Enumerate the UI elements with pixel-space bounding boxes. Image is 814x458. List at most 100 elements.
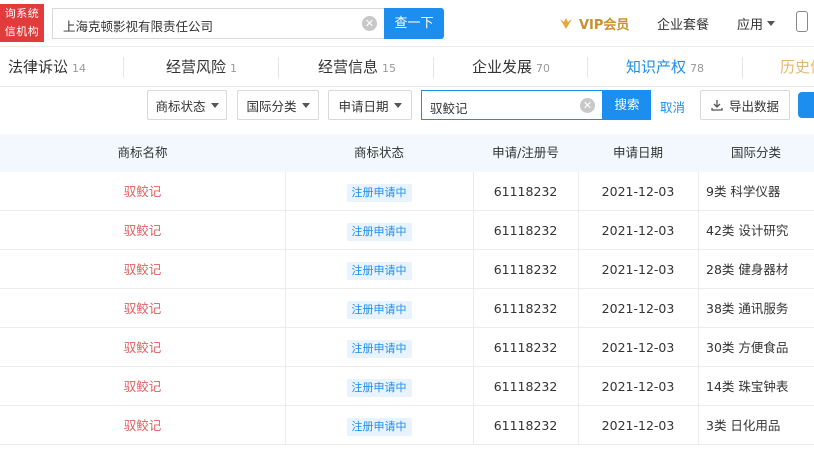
cell-trademark-name[interactable]: 驭鲛记 — [0, 211, 285, 250]
chevron-down-icon — [301, 102, 310, 108]
cell-registration-number: 61118232 — [493, 262, 558, 277]
tab-divider — [433, 57, 434, 78]
logo-line-1: 询系统 — [4, 7, 40, 20]
status-badge: 注册申请中 — [346, 339, 412, 358]
tab-business-risk-label: 经营风险 — [166, 58, 227, 76]
table-row[interactable]: 驭鲛记 注册申请中 61118232 2021-12-03 30类 方便食品 — [0, 328, 814, 367]
vip-membership-link[interactable]: VIP会员 — [558, 13, 629, 33]
tab-development[interactable]: 企业发展 70 — [472, 48, 550, 87]
status-badge: 注册申请中 — [346, 378, 412, 397]
download-icon — [711, 100, 723, 111]
nav-apps-label: 应用 — [737, 18, 764, 33]
cell-application-date: 2021-12-03 — [601, 340, 675, 355]
cell-international-class: 3类 日化用品 — [706, 418, 781, 433]
vip-label: VIP会员 — [579, 17, 630, 33]
chevron-down-icon — [393, 102, 402, 108]
application-date-filter-label: 申请日期 — [338, 98, 389, 114]
status-badge: 注册申请中 — [346, 222, 412, 241]
tab-business-info-label: 经营信息 — [318, 58, 379, 76]
mobile-phone-icon[interactable] — [796, 11, 808, 32]
cancel-search-link[interactable]: 取消 — [660, 97, 685, 116]
cell-trademark-name[interactable]: 驭鲛记 — [0, 172, 285, 211]
tab-divider — [278, 57, 279, 78]
header-registration-number: 申请/注册号 — [492, 145, 559, 160]
cell-trademark-status: 注册申请中 — [285, 172, 473, 211]
tab-business-risk-count: 1 — [230, 62, 238, 75]
application-date-filter[interactable]: 申请日期 — [328, 90, 412, 120]
table-row[interactable]: 驭鲛记 注册申请中 61118232 2021-12-03 38类 通讯服务 — [0, 289, 814, 328]
more-tools-icon[interactable] — [798, 92, 814, 118]
header-application-date: 申请日期 — [612, 145, 663, 160]
cell-international-class: 42类 设计研究 — [706, 223, 789, 238]
header-trademark-status: 商标状态 — [353, 145, 404, 160]
tab-development-label: 企业发展 — [472, 58, 533, 76]
nav-apps-dropdown[interactable]: 应用 — [737, 14, 776, 33]
cell-trademark-name[interactable]: 驭鲛记 — [0, 289, 285, 328]
cell-trademark-name[interactable]: 驭鲛记 — [0, 250, 285, 289]
company-search-button[interactable]: 查一下 — [384, 8, 444, 39]
chevron-down-icon — [210, 102, 219, 108]
cell-application-date: 2021-12-03 — [601, 379, 675, 394]
tab-business-risk[interactable]: 经营风险 1 — [166, 48, 237, 87]
cell-trademark-status: 注册申请中 — [285, 250, 473, 289]
nav-enterprise-package[interactable]: 企业套餐 — [657, 14, 709, 33]
header-trademark-name: 商标名称 — [117, 145, 168, 160]
trademark-status-filter[interactable]: 商标状态 — [147, 90, 227, 120]
company-search-value: 上海克顿影视有限责任公司 — [63, 19, 214, 34]
table-header: 商标名称 商标状态 申请/注册号 申请日期 国际分类 — [0, 134, 814, 172]
table-row[interactable]: 驭鲛记 注册申请中 61118232 2021-12-03 42类 设计研究 — [0, 211, 814, 250]
trademark-search-button[interactable]: 搜索 — [603, 90, 651, 120]
cell-trademark-status: 注册申请中 — [285, 367, 473, 406]
status-badge: 注册申请中 — [346, 183, 412, 202]
export-data-label: 导出数据 — [728, 98, 779, 114]
cell-registration-number: 61118232 — [493, 301, 558, 316]
cell-trademark-status: 注册申请中 — [285, 211, 473, 250]
trademark-status-filter-label: 商标状态 — [155, 98, 206, 114]
table-row[interactable]: 驭鲛记 注册申请中 61118232 2021-12-03 3类 日化用品 — [0, 406, 814, 445]
table-row[interactable]: 驭鲛记 注册申请中 61118232 2021-12-03 14类 珠宝钟表 — [0, 367, 814, 406]
cell-international-class: 38类 通讯服务 — [706, 301, 789, 316]
international-class-filter-label: 国际分类 — [246, 98, 297, 114]
cell-trademark-name[interactable]: 驭鲛记 — [0, 328, 285, 367]
cell-trademark-status: 注册申请中 — [285, 328, 473, 367]
chevron-down-icon — [767, 21, 776, 26]
brand-logo[interactable]: 询系统 信机构 — [0, 4, 44, 42]
tab-legal[interactable]: 法律诉讼 14 — [8, 48, 86, 87]
cell-application-date: 2021-12-03 — [601, 262, 675, 277]
cell-application-date: 2021-12-03 — [601, 418, 675, 433]
vip-crown-icon — [560, 18, 572, 29]
clear-search-icon[interactable]: ✕ — [362, 16, 377, 31]
cell-application-date: 2021-12-03 — [601, 301, 675, 316]
cell-trademark-status: 注册申请中 — [285, 289, 473, 328]
tab-business-info-count: 15 — [382, 62, 397, 75]
international-class-filter[interactable]: 国际分类 — [237, 90, 319, 120]
status-badge: 注册申请中 — [346, 300, 412, 319]
tab-business-info[interactable]: 经营信息 15 — [318, 48, 396, 87]
tab-development-count: 70 — [536, 62, 551, 75]
tab-intellectual-property[interactable]: 知识产权 78 — [626, 48, 704, 87]
trademark-keyword-value: 驭鲛记 — [430, 101, 468, 116]
cell-international-class: 9类 科学仪器 — [706, 184, 781, 199]
clear-keyword-icon[interactable]: ✕ — [580, 98, 595, 113]
cell-registration-number: 61118232 — [493, 418, 558, 433]
cell-application-date: 2021-12-03 — [601, 223, 675, 238]
cell-registration-number: 61118232 — [493, 184, 558, 199]
export-data-button[interactable]: 导出数据 — [700, 90, 790, 120]
tab-divider — [742, 57, 743, 78]
tab-history[interactable]: 历史信 — [780, 48, 814, 87]
cell-trademark-name[interactable]: 驭鲛记 — [0, 367, 285, 406]
cell-application-date: 2021-12-03 — [601, 184, 675, 199]
tab-history-label: 历史信 — [780, 58, 814, 76]
cell-international-class: 14类 珠宝钟表 — [706, 379, 789, 394]
cell-registration-number: 61118232 — [493, 223, 558, 238]
table-row[interactable]: 驭鲛记 注册申请中 61118232 2021-12-03 28类 健身器材 — [0, 250, 814, 289]
trademark-keyword-input[interactable]: 驭鲛记 ✕ — [421, 90, 603, 120]
cell-registration-number: 61118232 — [493, 340, 558, 355]
status-badge: 注册申请中 — [346, 417, 412, 436]
table-row[interactable]: 驭鲛记 注册申请中 61118232 2021-12-03 9类 科学仪器 — [0, 172, 814, 211]
cell-trademark-name[interactable]: 驭鲛记 — [0, 406, 285, 445]
company-search-input[interactable]: 上海克顿影视有限责任公司 ✕ — [52, 8, 384, 39]
section-tabs: 法律诉讼14 经营风险1 经营信息15 企业发展70 知识产权78 历史信 — [0, 48, 814, 87]
status-badge: 注册申请中 — [346, 261, 412, 280]
top-header: 询系统 信机构 上海克顿影视有限责任公司 ✕ 查一下 VIP会员 企业套餐 应用 — [0, 0, 814, 47]
